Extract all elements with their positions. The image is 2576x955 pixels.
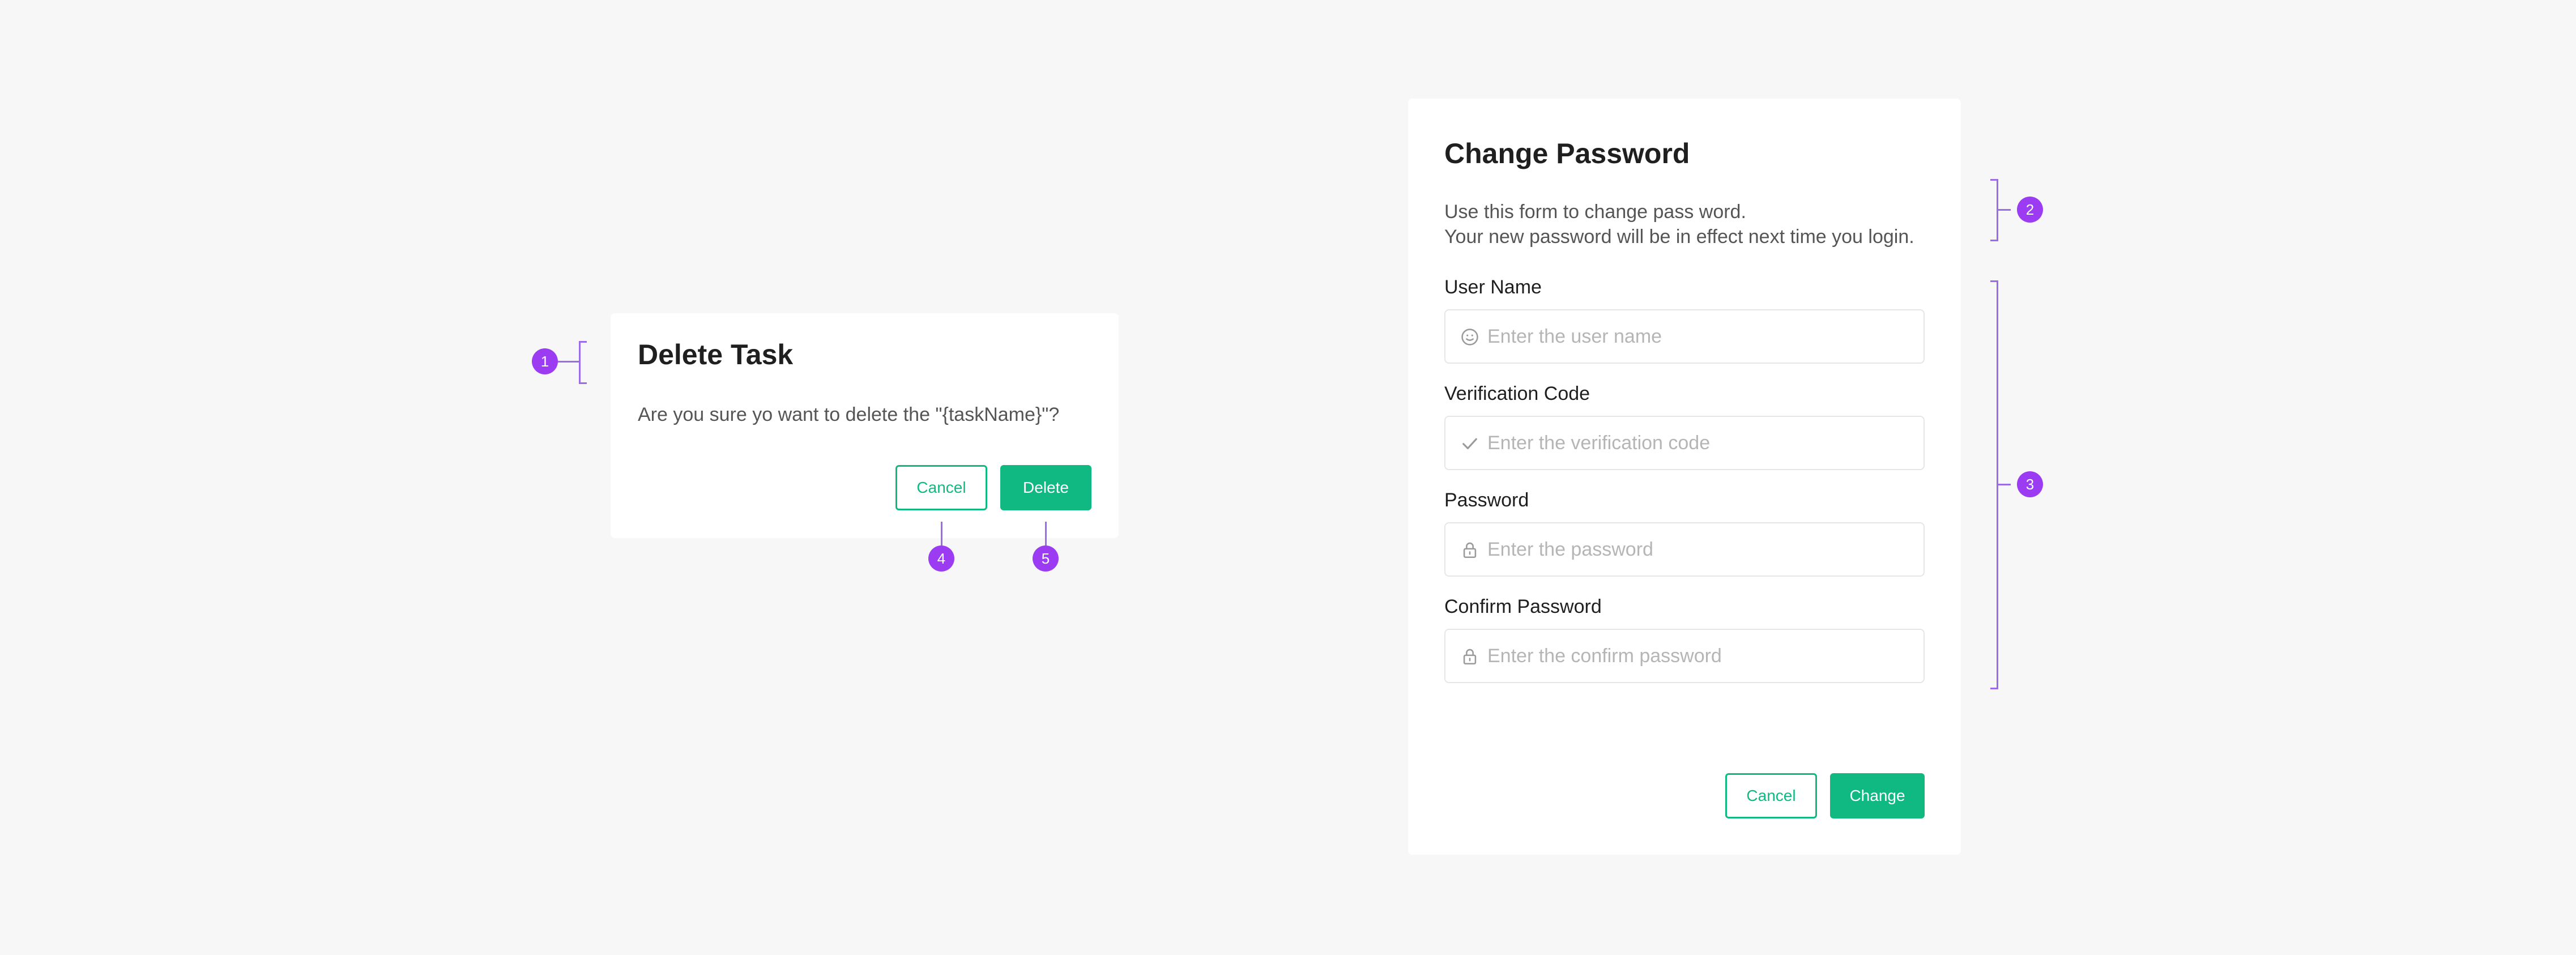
delete-button[interactable]: Delete xyxy=(1000,465,1091,510)
smiley-icon xyxy=(1461,329,1478,346)
check-icon xyxy=(1462,438,1477,450)
password-field[interactable] xyxy=(1444,522,1925,577)
annotation-badge-4: 4 xyxy=(928,545,954,572)
annotation-connector xyxy=(558,361,581,363)
annotation-bracket xyxy=(1990,280,1998,689)
annotation-connector xyxy=(1998,484,2011,485)
change-password-dialog: Change Password Use this form to change … xyxy=(1408,99,1961,855)
annotation-badge-2: 2 xyxy=(2017,197,2043,223)
user-name-label: User Name xyxy=(1444,276,1542,298)
annotation-badge-5: 5 xyxy=(1033,545,1059,572)
password-label: Password xyxy=(1444,489,1529,511)
annotation-bracket xyxy=(1990,179,1998,241)
annotation-badge-3: 3 xyxy=(2017,471,2043,497)
confirm-password-field[interactable] xyxy=(1444,629,1925,683)
annotation-connector xyxy=(1045,522,1047,545)
dialog-description-line-1: Use this form to change pass word. xyxy=(1444,201,1746,223)
annotation-badge-1: 1 xyxy=(532,348,558,374)
user-name-input[interactable] xyxy=(1487,310,1912,363)
annotation-connector xyxy=(1998,209,2011,211)
dialog-description-line-2: Your new password will be in effect next… xyxy=(1444,226,1914,248)
user-name-field[interactable] xyxy=(1444,309,1925,364)
verification-code-label: Verification Code xyxy=(1444,383,1590,404)
dialog-title: Delete Task xyxy=(638,339,794,370)
dialog-title: Change Password xyxy=(1444,138,1690,169)
change-button[interactable]: Change xyxy=(1830,773,1925,818)
cancel-button[interactable]: Cancel xyxy=(1725,773,1817,818)
cancel-button[interactable]: Cancel xyxy=(895,465,987,510)
password-input[interactable] xyxy=(1487,523,1912,575)
confirm-password-label: Confirm Password xyxy=(1444,596,1602,617)
annotation-connector xyxy=(941,522,942,545)
lock-icon xyxy=(1463,649,1477,665)
dialog-message: Are you sure yo want to delete the "{tas… xyxy=(638,404,1060,425)
verification-code-field[interactable] xyxy=(1444,416,1925,470)
confirm-password-input[interactable] xyxy=(1487,630,1912,682)
verification-code-input[interactable] xyxy=(1487,417,1912,469)
annotation-bracket xyxy=(579,341,587,384)
delete-task-dialog: Delete Task Are you sure yo want to dele… xyxy=(611,313,1119,538)
lock-icon xyxy=(1463,542,1477,558)
